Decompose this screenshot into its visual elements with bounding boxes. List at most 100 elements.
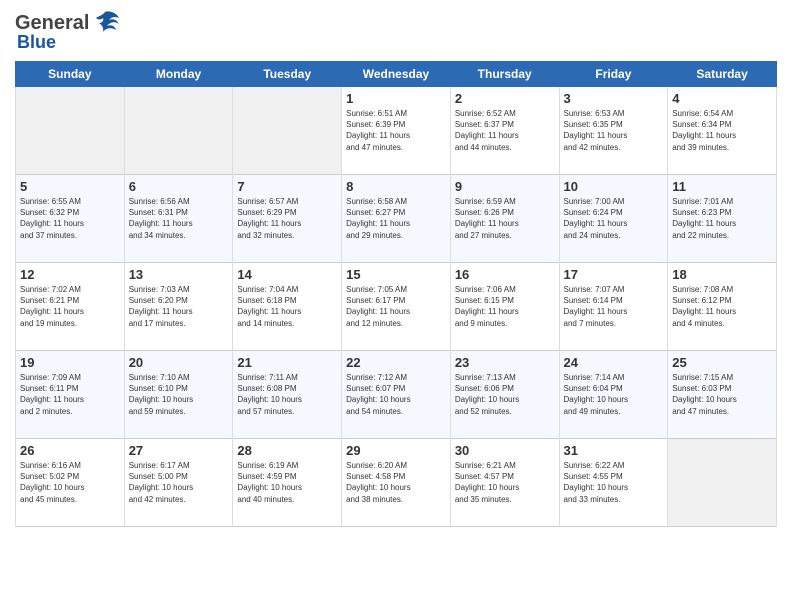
day-number: 22 bbox=[346, 355, 446, 370]
day-number: 29 bbox=[346, 443, 446, 458]
day-info: Sunrise: 6:16 AM Sunset: 5:02 PM Dayligh… bbox=[20, 460, 120, 505]
calendar-body: 1 Sunrise: 6:51 AM Sunset: 6:39 PM Daylig… bbox=[16, 87, 777, 527]
day-info: Sunrise: 7:15 AM Sunset: 6:03 PM Dayligh… bbox=[672, 372, 772, 417]
weekday-monday: Monday bbox=[124, 62, 233, 87]
calendar-cell: 15Sunrise: 7:05 AM Sunset: 6:17 PM Dayli… bbox=[342, 263, 451, 351]
weekday-wednesday: Wednesday bbox=[342, 62, 451, 87]
calendar-cell: 14 Sunrise: 7:04 AM Sunset: 6:18 PM Dayli… bbox=[233, 263, 342, 351]
calendar-cell: 3 Sunrise: 6:53 AM Sunset: 6:35 PM Daylig… bbox=[559, 87, 668, 175]
day-info: Sunrise: 7:12 AM Sunset: 6:07 PM Dayligh… bbox=[346, 372, 446, 417]
day-number: 6 bbox=[129, 179, 229, 194]
calendar-cell: 6 Sunrise: 6:56 AM Sunset: 6:31 PM Daylig… bbox=[124, 175, 233, 263]
logo-bird-icon bbox=[89, 10, 121, 36]
day-info: Sunrise: 6:53 AM Sunset: 6:35 PM Dayligh… bbox=[564, 108, 664, 153]
day-number: 27 bbox=[129, 443, 229, 458]
calendar-cell: 13 Sunrise: 7:03 AM Sunset: 6:20 PM Dayli… bbox=[124, 263, 233, 351]
day-info: Sunrise: 6:56 AM Sunset: 6:31 PM Dayligh… bbox=[129, 196, 229, 241]
day-info: Sunrise: 6:51 AM Sunset: 6:39 PM Dayligh… bbox=[346, 108, 446, 153]
day-number: 13 bbox=[129, 267, 229, 282]
day-number: 21 bbox=[237, 355, 337, 370]
calendar-header: General Blue bbox=[15, 10, 777, 53]
calendar-cell: 5 Sunrise: 6:55 AM Sunset: 6:32 PM Daylig… bbox=[16, 175, 125, 263]
day-info: Sunrise: 7:11 AM Sunset: 6:08 PM Dayligh… bbox=[237, 372, 337, 417]
day-info: Sunrise: 7:00 AM Sunset: 6:24 PM Dayligh… bbox=[564, 196, 664, 241]
day-info: Sunrise: 6:58 AM Sunset: 6:27 PM Dayligh… bbox=[346, 196, 446, 241]
day-info: Sunrise: 7:07 AM Sunset: 6:14 PM Dayligh… bbox=[564, 284, 664, 329]
day-info: Sunrise: 7:14 AM Sunset: 6:04 PM Dayligh… bbox=[564, 372, 664, 417]
calendar-cell: 23 Sunrise: 7:13 AM Sunset: 6:06 PM Dayli… bbox=[450, 351, 559, 439]
calendar-cell: 18Sunrise: 7:08 AM Sunset: 6:12 PM Dayli… bbox=[668, 263, 777, 351]
day-info: Sunrise: 6:19 AM Sunset: 4:59 PM Dayligh… bbox=[237, 460, 337, 505]
day-number: 8 bbox=[346, 179, 446, 194]
day-number: 17 bbox=[564, 267, 664, 282]
day-number: 2 bbox=[455, 91, 555, 106]
calendar-page: General Blue Sunday Monday Tuesday Wedne… bbox=[0, 0, 792, 612]
calendar-cell: 11 Sunrise: 7:01 AM Sunset: 6:23 PM Dayli… bbox=[668, 175, 777, 263]
calendar-cell: 21 Sunrise: 7:11 AM Sunset: 6:08 PM Dayli… bbox=[233, 351, 342, 439]
calendar-cell: 24 Sunrise: 7:14 AM Sunset: 6:04 PM Dayli… bbox=[559, 351, 668, 439]
day-info: Sunrise: 7:02 AM Sunset: 6:21 PM Dayligh… bbox=[20, 284, 120, 329]
calendar-cell: 7 Sunrise: 6:57 AM Sunset: 6:29 PM Daylig… bbox=[233, 175, 342, 263]
weekday-saturday: Saturday bbox=[668, 62, 777, 87]
day-number: 30 bbox=[455, 443, 555, 458]
calendar-cell: 28 Sunrise: 6:19 AM Sunset: 4:59 PM Dayli… bbox=[233, 439, 342, 527]
day-number: 5 bbox=[20, 179, 120, 194]
day-number: 1 bbox=[346, 91, 446, 106]
day-number: 10 bbox=[564, 179, 664, 194]
calendar-cell: 17 Sunrise: 7:07 AM Sunset: 6:14 PM Dayli… bbox=[559, 263, 668, 351]
calendar-cell: 19 Sunrise: 7:09 AM Sunset: 6:11 PM Dayli… bbox=[16, 351, 125, 439]
day-info: Sunrise: 7:03 AM Sunset: 6:20 PM Dayligh… bbox=[129, 284, 229, 329]
day-info: Sunrise: 7:01 AM Sunset: 6:23 PM Dayligh… bbox=[672, 196, 772, 241]
day-number: 11 bbox=[672, 179, 772, 194]
calendar-cell: 9 Sunrise: 6:59 AM Sunset: 6:26 PM Daylig… bbox=[450, 175, 559, 263]
day-number: 3 bbox=[564, 91, 664, 106]
day-number: 7 bbox=[237, 179, 337, 194]
day-number: 19 bbox=[20, 355, 120, 370]
calendar-cell bbox=[124, 87, 233, 175]
calendar-cell: 27 Sunrise: 6:17 AM Sunset: 5:00 PM Dayli… bbox=[124, 439, 233, 527]
day-info: Sunrise: 6:54 AM Sunset: 6:34 PM Dayligh… bbox=[672, 108, 772, 153]
logo-blue-text: Blue bbox=[17, 32, 56, 53]
calendar-cell: 4 Sunrise: 6:54 AM Sunset: 6:34 PM Daylig… bbox=[668, 87, 777, 175]
day-info: Sunrise: 6:59 AM Sunset: 6:26 PM Dayligh… bbox=[455, 196, 555, 241]
day-info: Sunrise: 6:22 AM Sunset: 4:55 PM Dayligh… bbox=[564, 460, 664, 505]
weekday-tuesday: Tuesday bbox=[233, 62, 342, 87]
calendar-cell: 8 Sunrise: 6:58 AM Sunset: 6:27 PM Daylig… bbox=[342, 175, 451, 263]
day-number: 25 bbox=[672, 355, 772, 370]
calendar-header-row: Sunday Monday Tuesday Wednesday Thursday… bbox=[16, 62, 777, 87]
calendar-cell: 31 Sunrise: 6:22 AM Sunset: 4:55 PM Dayli… bbox=[559, 439, 668, 527]
day-info: Sunrise: 7:13 AM Sunset: 6:06 PM Dayligh… bbox=[455, 372, 555, 417]
day-info: Sunrise: 7:10 AM Sunset: 6:10 PM Dayligh… bbox=[129, 372, 229, 417]
calendar-cell: 26Sunrise: 6:16 AM Sunset: 5:02 PM Dayli… bbox=[16, 439, 125, 527]
day-info: Sunrise: 7:09 AM Sunset: 6:11 PM Dayligh… bbox=[20, 372, 120, 417]
day-info: Sunrise: 6:52 AM Sunset: 6:37 PM Dayligh… bbox=[455, 108, 555, 153]
day-number: 16 bbox=[455, 267, 555, 282]
day-info: Sunrise: 6:17 AM Sunset: 5:00 PM Dayligh… bbox=[129, 460, 229, 505]
calendar-cell: 30 Sunrise: 6:21 AM Sunset: 4:57 PM Dayli… bbox=[450, 439, 559, 527]
day-number: 24 bbox=[564, 355, 664, 370]
calendar-table: Sunday Monday Tuesday Wednesday Thursday… bbox=[15, 61, 777, 527]
day-info: Sunrise: 7:04 AM Sunset: 6:18 PM Dayligh… bbox=[237, 284, 337, 329]
calendar-cell: 25 Sunrise: 7:15 AM Sunset: 6:03 PM Dayli… bbox=[668, 351, 777, 439]
day-number: 23 bbox=[455, 355, 555, 370]
day-info: Sunrise: 6:20 AM Sunset: 4:58 PM Dayligh… bbox=[346, 460, 446, 505]
day-number: 14 bbox=[237, 267, 337, 282]
day-number: 31 bbox=[564, 443, 664, 458]
weekday-thursday: Thursday bbox=[450, 62, 559, 87]
calendar-cell bbox=[16, 87, 125, 175]
calendar-cell: 10 Sunrise: 7:00 AM Sunset: 6:24 PM Dayli… bbox=[559, 175, 668, 263]
day-number: 9 bbox=[455, 179, 555, 194]
day-number: 4 bbox=[672, 91, 772, 106]
day-info: Sunrise: 6:55 AM Sunset: 6:32 PM Dayligh… bbox=[20, 196, 120, 241]
day-info: Sunrise: 7:08 AM Sunset: 6:12 PM Dayligh… bbox=[672, 284, 772, 329]
calendar-cell: 22 Sunrise: 7:12 AM Sunset: 6:07 PM Dayli… bbox=[342, 351, 451, 439]
calendar-cell bbox=[233, 87, 342, 175]
day-number: 28 bbox=[237, 443, 337, 458]
calendar-cell: 2 Sunrise: 6:52 AM Sunset: 6:37 PM Daylig… bbox=[450, 87, 559, 175]
weekday-sunday: Sunday bbox=[16, 62, 125, 87]
day-number: 20 bbox=[129, 355, 229, 370]
day-info: Sunrise: 6:21 AM Sunset: 4:57 PM Dayligh… bbox=[455, 460, 555, 505]
calendar-cell bbox=[668, 439, 777, 527]
day-info: Sunrise: 7:05 AM Sunset: 6:17 PM Dayligh… bbox=[346, 284, 446, 329]
day-info: Sunrise: 6:57 AM Sunset: 6:29 PM Dayligh… bbox=[237, 196, 337, 241]
